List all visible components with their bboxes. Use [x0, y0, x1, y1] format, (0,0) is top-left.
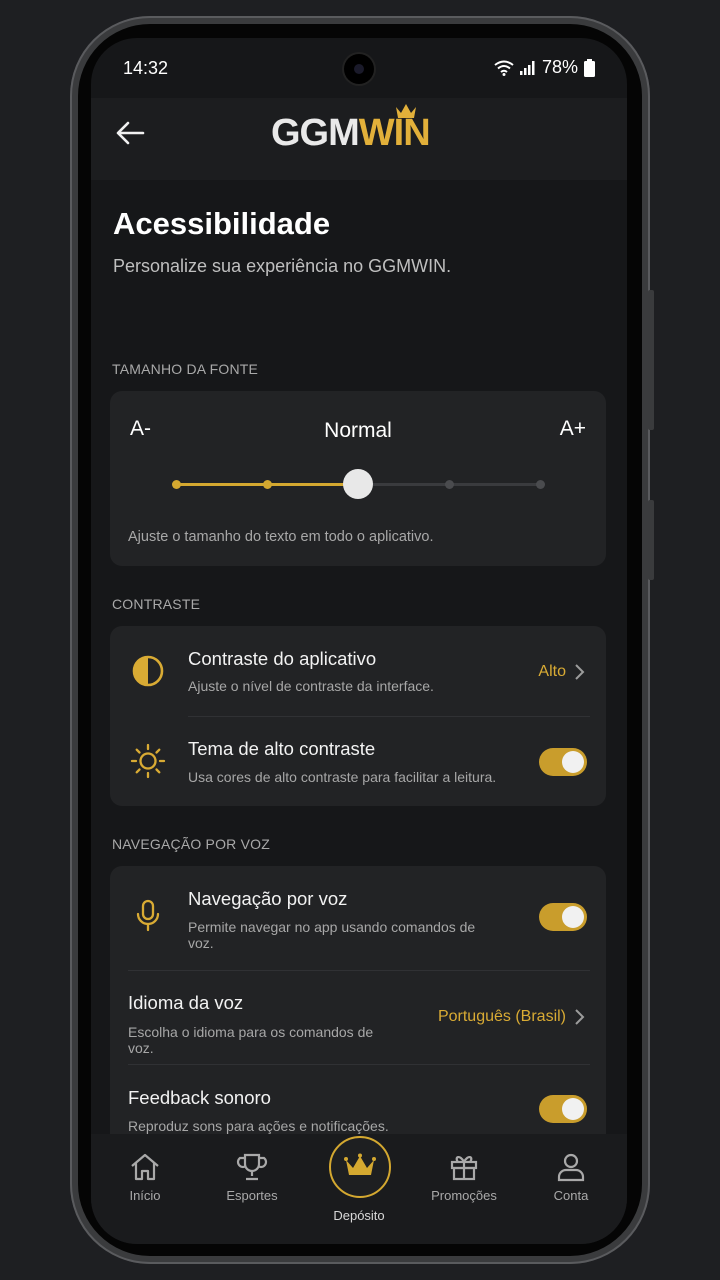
nav-deposit-label: Depósito	[333, 1208, 385, 1223]
back-arrow-icon[interactable]	[113, 116, 147, 150]
font-size-current-label: Normal	[324, 419, 392, 442]
nav-deposit[interactable]	[329, 1136, 391, 1198]
font-size-step-dot[interactable]	[172, 480, 181, 489]
app-contrast-title: Contraste do aplicativo	[188, 648, 377, 669]
status-icons: 78%	[494, 57, 595, 78]
crown-icon	[344, 1153, 376, 1175]
font-size-slider-thumb[interactable]	[343, 469, 373, 499]
status-time: 14:32	[123, 58, 169, 78]
front-camera	[344, 54, 374, 84]
voice-navigation-subtitle: Permite navegar no app usando comandos d…	[188, 919, 475, 951]
voice-language-row[interactable]: Idioma da voz Escolha o idioma para os c…	[110, 971, 606, 1064]
section-title-voice-navigation: NAVEGAÇÃO POR VOZ	[112, 836, 270, 852]
signal-icon	[519, 60, 535, 75]
sound-feedback-subtitle: Reproduz sons para ações e notificações.	[128, 1118, 389, 1134]
sound-feedback-toggle[interactable]	[539, 1095, 587, 1123]
sun-icon	[130, 743, 166, 779]
page-title: Acessibilidade	[113, 206, 331, 241]
font-size-step-dot[interactable]	[263, 480, 272, 489]
logo-text-ggm: GGM	[271, 112, 360, 154]
battery-percentage: 78%	[541, 57, 578, 77]
toggle-knob	[562, 751, 584, 773]
font-size-card: A- Normal A+ Ajuste o tamanho do texto e…	[110, 391, 606, 566]
voice-navigation-row[interactable]: Navegação por voz Permite navegar no app…	[110, 866, 606, 969]
nav-account[interactable]: Conta	[526, 1152, 616, 1203]
nav-promotions-label: Promoções	[431, 1188, 497, 1203]
voice-navigation-subtitle-line1: Permite navegar no app usando comandos d…	[188, 919, 476, 935]
high-contrast-theme-row[interactable]: Tema de alto contraste Usa cores de alto…	[110, 717, 606, 806]
microphone-icon	[136, 899, 160, 932]
high-contrast-theme-toggle[interactable]	[539, 748, 587, 776]
ggmwin-logo: GGMWIN	[271, 104, 431, 155]
trophy-icon	[236, 1153, 268, 1181]
voice-language-value: Português (Brasil)	[437, 1008, 566, 1025]
gift-icon	[450, 1156, 478, 1181]
battery-icon	[584, 58, 595, 77]
chevron-right-icon	[575, 1009, 585, 1025]
font-size-hint: Ajuste o tamanho do texto em todo o apli…	[128, 529, 434, 545]
high-contrast-theme-subtitle: Usa cores de alto contraste para facilit…	[188, 769, 497, 785]
nav-promotions[interactable]: Promoções	[419, 1152, 509, 1203]
section-title-contrast: CONTRASTE	[112, 596, 201, 612]
voice-language-subtitle-line1: Escolha o idioma para os comandos de	[128, 1024, 374, 1040]
toggle-knob	[562, 1098, 584, 1120]
sound-feedback-title: Feedback sonoro	[128, 1087, 271, 1108]
contrast-card: Contraste do aplicativo Ajuste o nível d…	[110, 626, 606, 806]
top-app-bar: GGMWIN	[91, 98, 627, 180]
toggle-knob	[562, 906, 584, 928]
nav-sports[interactable]: Esportes	[207, 1152, 297, 1203]
contrast-icon	[132, 655, 164, 687]
wifi-icon	[494, 60, 514, 76]
settings-content[interactable]: Acessibilidade Personalize sua experiênc…	[91, 180, 627, 1244]
power-button	[648, 500, 654, 580]
voice-navigation-subtitle-line2: voz.	[188, 935, 214, 951]
logo-crown-icon	[396, 104, 416, 118]
high-contrast-theme-title: Tema de alto contraste	[188, 738, 376, 759]
nav-sports-label: Esportes	[226, 1188, 278, 1203]
voice-language-subtitle: Escolha o idioma para os comandos de voz…	[128, 1024, 373, 1056]
increase-font-button[interactable]: A+	[560, 417, 586, 441]
status-bar: 14:32 78%	[91, 38, 627, 98]
app-contrast-subtitle: Ajuste o nível de contraste da interface…	[188, 678, 434, 694]
chevron-right-icon	[575, 664, 585, 680]
font-size-step-dot[interactable]	[445, 480, 454, 489]
page-subtitle: Personalize sua experiência no GGMWIN.	[113, 256, 452, 276]
voice-navigation-card: Navegação por voz Permite navegar no app…	[110, 866, 606, 1154]
voice-navigation-title: Navegação por voz	[188, 888, 348, 909]
nav-home[interactable]: Início	[100, 1152, 190, 1203]
font-size-slider[interactable]	[172, 469, 545, 499]
section-title-font-size: TAMANHO DA FONTE	[112, 361, 259, 377]
screen: 14:32 78% GGMWIN Acessibilidade Personal…	[91, 38, 627, 1244]
bottom-navigation: Início Esportes Depósito Promoções Conta	[91, 1134, 627, 1244]
voice-navigation-toggle[interactable]	[539, 903, 587, 931]
nav-account-label: Conta	[553, 1188, 589, 1203]
app-contrast-row[interactable]: Contraste do aplicativo Ajuste o nível d…	[110, 626, 606, 716]
home-icon	[131, 1153, 159, 1181]
nav-home-label: Início	[129, 1188, 161, 1203]
app-contrast-value: Alto	[538, 663, 566, 680]
voice-language-title: Idioma da voz	[128, 992, 244, 1013]
volume-button	[648, 290, 654, 430]
voice-language-subtitle-line2: voz.	[128, 1040, 154, 1056]
font-size-step-dot[interactable]	[536, 480, 545, 489]
user-icon	[557, 1153, 585, 1182]
